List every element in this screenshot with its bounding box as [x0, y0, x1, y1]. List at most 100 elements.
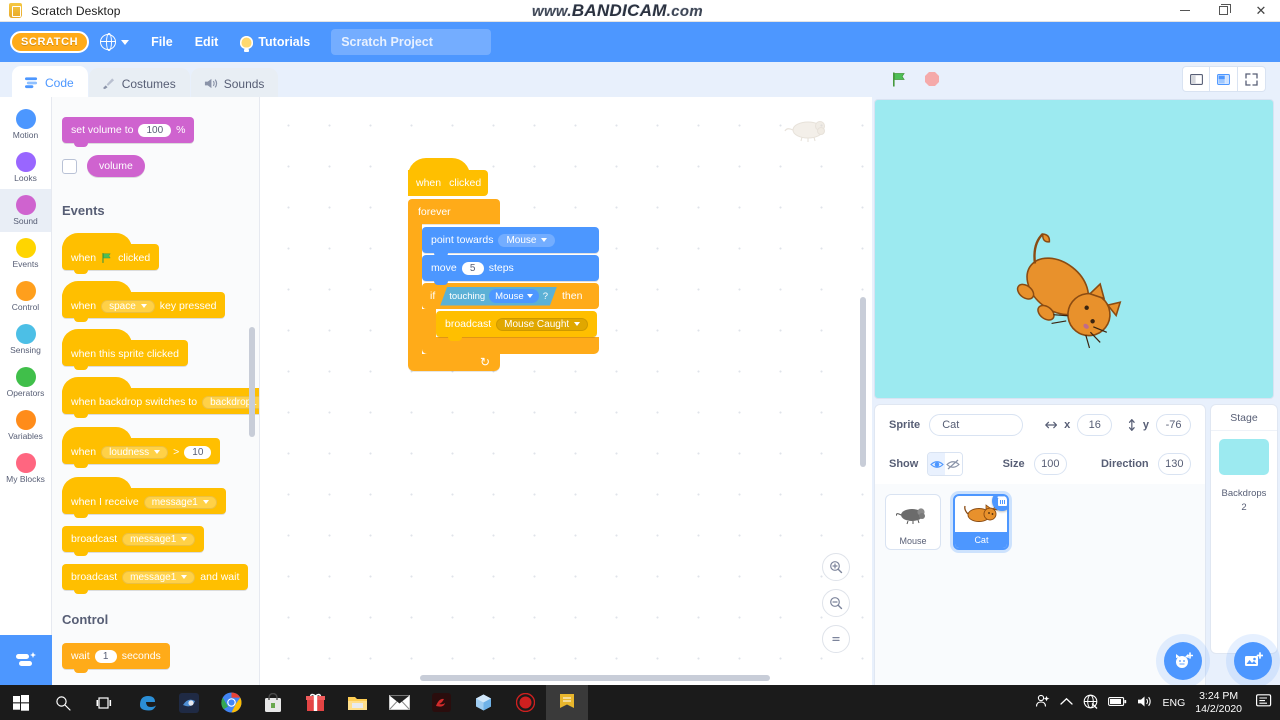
script-block-point-towards[interactable]: point towards Mouse	[422, 227, 599, 257]
language-selector[interactable]	[89, 22, 140, 62]
scratch-logo[interactable]: SCRATCH	[10, 31, 90, 53]
taskbar-app-store[interactable]	[252, 685, 294, 720]
block-dropdown-target[interactable]: Mouse	[498, 233, 556, 247]
sprite-item-mouse[interactable]: Mouse	[885, 494, 941, 550]
stage-sprite-cat[interactable]	[992, 227, 1138, 366]
script-block-if-then[interactable]: if touching Mouse ? then broadcast Mouse…	[422, 283, 599, 354]
category-sound[interactable]: Sound	[0, 189, 51, 232]
script-stack[interactable]: when clicked forever point towards Mouse…	[408, 158, 599, 371]
palette-block-broadcast[interactable]: broadcast message1	[62, 526, 205, 556]
palette-block-when-backdrop-switches[interactable]: when backdrop switches to backdrop1	[62, 377, 260, 418]
close-button[interactable]: ✕	[1242, 0, 1280, 22]
palette-block-when-i-receive[interactable]: when I receive message1	[62, 477, 226, 518]
taskbar-app-recorder[interactable]	[504, 685, 546, 720]
category-variables[interactable]: Variables	[0, 404, 51, 447]
block-dropdown-message[interactable]: message1	[122, 532, 196, 546]
category-looks[interactable]: Looks	[0, 146, 51, 189]
script-block-touching[interactable]: touching Mouse ?	[440, 287, 557, 306]
block-dropdown-loudness[interactable]: loudness	[101, 445, 169, 459]
task-view-button[interactable]	[84, 685, 126, 720]
block-dropdown-key[interactable]: space	[101, 299, 155, 313]
script-block-when-flag-clicked[interactable]: when clicked	[408, 158, 488, 199]
project-name-input[interactable]: Scratch Project	[331, 29, 492, 55]
workspace-horizontal-scrollbar[interactable]	[420, 675, 770, 681]
stop-button[interactable]	[919, 66, 945, 92]
green-flag-button[interactable]	[886, 66, 912, 92]
zoom-out-button[interactable]	[822, 589, 850, 617]
tab-sounds[interactable]: Sounds	[190, 68, 279, 99]
palette-scrollbar[interactable]	[249, 327, 255, 437]
category-events[interactable]: Events	[0, 232, 51, 275]
block-input-steps[interactable]: 5	[461, 261, 484, 275]
show-hidden-icons-icon[interactable]	[1059, 697, 1073, 709]
add-sprite-button[interactable]	[1164, 642, 1202, 680]
stage-backdrop-thumb[interactable]	[1219, 439, 1269, 475]
taskbar-app-gift[interactable]	[294, 685, 336, 720]
direction-input[interactable]: 130	[1157, 453, 1192, 475]
palette-block-when-loudness-greater[interactable]: when loudness > 10	[62, 427, 221, 468]
palette-block-set-volume[interactable]: set volume to 100 %	[62, 117, 195, 147]
category-motion[interactable]: Motion	[0, 103, 51, 146]
script-block-forever[interactable]: forever point towards Mouse move 5 steps…	[408, 199, 599, 371]
palette-block-wait-seconds[interactable]: wait 1 seconds	[62, 643, 170, 673]
maximize-button[interactable]	[1204, 0, 1242, 22]
menu-edit[interactable]: Edit	[184, 22, 230, 62]
windows-start-button[interactable]	[0, 685, 42, 720]
taskbar-app-mail[interactable]	[378, 685, 420, 720]
category-my-blocks[interactable]: My Blocks	[0, 447, 51, 490]
tab-code[interactable]: Code	[12, 66, 88, 99]
block-input-volume[interactable]: 100	[138, 123, 172, 137]
category-operators[interactable]: Operators	[0, 361, 51, 404]
large-stage-button[interactable]	[1210, 66, 1238, 92]
stage-selector-panel[interactable]: Stage Backdrops 2	[1210, 404, 1278, 654]
palette-block-when-sprite-clicked[interactable]: when this sprite clicked	[62, 329, 188, 370]
tray-language[interactable]: ENG	[1163, 697, 1186, 709]
fullscreen-button[interactable]	[1238, 66, 1266, 92]
show-visible-button[interactable]	[928, 453, 945, 475]
show-hidden-button[interactable]	[944, 453, 962, 475]
taskbar-app-edge[interactable]	[126, 685, 168, 720]
palette-block-when-flag-clicked[interactable]: when clicked	[62, 233, 160, 274]
tray-clock[interactable]: 3:24 PM 14/2/2020	[1195, 690, 1242, 716]
x-input[interactable]: 16	[1077, 414, 1113, 436]
add-backdrop-button[interactable]	[1234, 642, 1272, 680]
size-input[interactable]: 100	[1033, 453, 1067, 475]
small-stage-button[interactable]	[1182, 66, 1210, 92]
sprite-name-input[interactable]: Cat	[929, 414, 1023, 436]
add-extension-button[interactable]	[0, 635, 52, 685]
block-dropdown-message[interactable]: message1	[143, 495, 217, 509]
taskbar-app-chrome[interactable]	[210, 685, 252, 720]
block-dropdown-touching-target[interactable]: Mouse	[489, 289, 539, 303]
volume-icon[interactable]	[1137, 695, 1153, 711]
stage[interactable]	[874, 99, 1274, 399]
block-input-seconds[interactable]: 1	[94, 649, 117, 663]
zoom-in-button[interactable]	[822, 553, 850, 581]
y-input[interactable]: -76	[1156, 414, 1191, 436]
taskbar-app-blender[interactable]	[168, 685, 210, 720]
code-workspace[interactable]: when clicked forever point towards Mouse…	[260, 97, 872, 685]
block-palette[interactable]: set volume to 100 % volume Events when c…	[52, 97, 260, 685]
block-dropdown-message[interactable]: Mouse Caught	[496, 317, 589, 331]
network-icon[interactable]	[1083, 694, 1098, 712]
block-input-threshold[interactable]: 10	[184, 445, 212, 459]
palette-block-when-key-pressed[interactable]: when space key pressed	[62, 281, 226, 322]
minimize-button[interactable]	[1166, 0, 1204, 22]
sprite-item-cat[interactable]: Cat	[953, 494, 1010, 550]
notifications-icon[interactable]	[1256, 694, 1272, 711]
taskbar-app-scratch[interactable]	[546, 685, 588, 720]
palette-monitor-checkbox-volume[interactable]	[62, 158, 77, 174]
tab-costumes[interactable]: Costumes	[88, 68, 190, 99]
block-dropdown-message[interactable]: message1	[122, 570, 196, 584]
category-sensing[interactable]: Sensing	[0, 318, 51, 361]
search-button[interactable]	[42, 685, 84, 720]
menu-tutorials[interactable]: Tutorials	[229, 22, 321, 62]
category-control[interactable]: Control	[0, 275, 51, 318]
taskbar-app-3d-viewer[interactable]	[462, 685, 504, 720]
delete-icon[interactable]	[992, 496, 1008, 511]
palette-block-broadcast-and-wait[interactable]: broadcast message1 and wait	[62, 564, 249, 594]
taskbar-app-redragon[interactable]	[420, 685, 462, 720]
menu-file[interactable]: File	[140, 22, 184, 62]
script-block-broadcast[interactable]: broadcast Mouse Caught	[436, 311, 598, 341]
taskbar-app-explorer[interactable]	[336, 685, 378, 720]
script-block-move-steps[interactable]: move 5 steps	[422, 255, 599, 285]
